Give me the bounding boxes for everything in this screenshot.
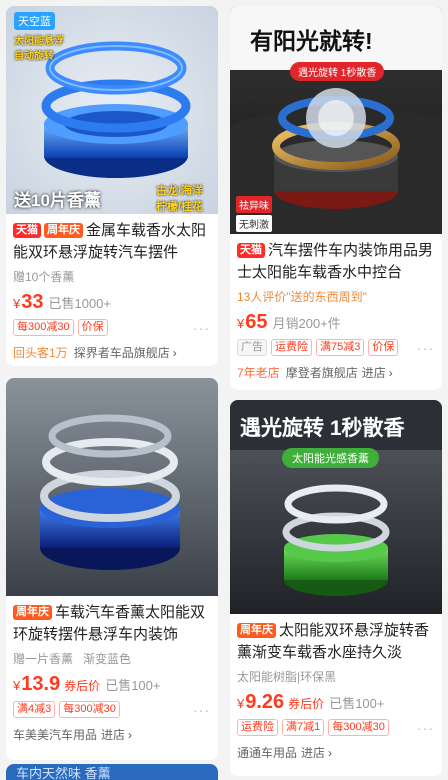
feature-stamps: 祛异味 无刺激 [236, 196, 272, 232]
ad-badge: 广告 [237, 339, 267, 356]
chevron-right-icon: › [328, 745, 333, 760]
enter-shop-label: 进店 [361, 366, 386, 380]
discount-badge: 满4减3 [13, 701, 56, 718]
price: 33 [21, 291, 44, 313]
after-coupon-label: 券后价 [64, 679, 101, 693]
sales-count: 已售100+ [329, 696, 385, 711]
product-card-2[interactable]: 有阳光就转! 遇光旋转 1秒散香 祛异味 无刺激 天猫 汽车摆件车内装饰用品男士太… [230, 6, 442, 390]
currency-symbol: ¥ [237, 696, 245, 711]
tmall-tag: 天猫 [237, 243, 265, 258]
discount-badge: 每300减30 [328, 719, 389, 736]
shop-name: 车美美汽车用品 [13, 728, 98, 742]
shop-reputation: 回头客1万 [13, 346, 68, 360]
discount-badge: 每300减30 [13, 319, 74, 336]
chevron-right-icon: › [388, 365, 393, 380]
product-subtitle: 赠10个香薰 [13, 270, 75, 284]
price-protect-badge: 价保 [77, 319, 108, 336]
product-subtitle: 赠一片香薰 渐变蓝色 [13, 652, 132, 666]
review-summary: 13人评价"送的东西周到" [237, 290, 367, 304]
next-product-banner-text: 车内天然味 香薰 [16, 766, 111, 780]
promo-text: 送10片香薰 [14, 191, 101, 210]
product-title-text: 金属车载香水太阳能双环悬浮旋转汽车摆件 [13, 222, 207, 261]
promo-badges: 每300减30 价保 ··· [13, 319, 212, 336]
price: 65 [245, 311, 268, 333]
product-card-3[interactable]: 周年庆 车载汽车香薰太阳能双环旋转摆件悬浮车内装饰 赠一片香薰 渐变蓝色 ¥ 13… [6, 378, 218, 760]
price-protect-badge: 价保 [368, 339, 399, 356]
promo-badges: 满4减3 每300减30 ··· [13, 701, 212, 718]
shop-link[interactable]: 车美美汽车用品 进店 › [13, 726, 212, 743]
sub-banner: 太阳能光感香薰 [282, 448, 379, 468]
after-coupon-label: 券后价 [288, 697, 325, 711]
chevron-right-icon: › [128, 727, 133, 742]
headline-text: 有阳光就转! [250, 28, 373, 54]
sales-count: 已售100+ [105, 678, 161, 693]
more-options-icon[interactable]: ··· [193, 320, 210, 336]
shop-link[interactable]: 通通车用品 进店 › [237, 744, 436, 761]
variant-tag: 天空蓝 [14, 12, 55, 30]
promo-badges: 广告 运费险 满75减3 价保 ··· [237, 339, 436, 356]
shipping-insurance-badge: 运费险 [271, 339, 312, 356]
anniversary-tag: 周年庆 [237, 623, 276, 638]
enter-shop-label: 进店 [301, 746, 326, 760]
product-card-4[interactable]: 遇光旋转 1秒散香 太阳能光感香薰 周年庆 太阳能双环悬浮旋转香薰渐变车载香水座持… [230, 400, 442, 776]
currency-symbol: ¥ [13, 678, 21, 693]
shop-reputation: 7年老店 [237, 366, 280, 380]
product-title-text: 汽车摆件车内装饰用品男士太阳能车载香水中控台 [237, 242, 434, 281]
price-row: ¥ 65 月销200+件 [237, 311, 436, 334]
shop-link[interactable]: 回头客1万 探界者车品旗舰店 › [13, 344, 212, 361]
scent-list: 古龙/海洋 柠檬/桂花 [156, 185, 204, 213]
more-options-icon[interactable]: ··· [417, 720, 434, 736]
product-image-4[interactable]: 遇光旋转 1秒散香 太阳能光感香薰 [230, 400, 442, 614]
product-subtitle: 太阳能树脂|环保黑 [237, 670, 337, 684]
discount-badge: 满75减3 [316, 339, 365, 356]
sales-count: 月销200+件 [272, 316, 341, 331]
tmall-tag: 天猫 [13, 223, 41, 238]
product-image-3[interactable] [6, 378, 218, 596]
silver-ring-diffuser-image [6, 378, 218, 596]
shop-link[interactable]: 7年老店 摩登者旗舰店 进店 › [237, 364, 436, 381]
discount-badge: 满7减1 [282, 719, 325, 736]
product-title[interactable]: 天猫 汽车摆件车内装饰用品男士太阳能车载香水中控台 [237, 240, 436, 284]
product-title[interactable]: 周年庆 太阳能双环悬浮旋转香薰渐变车载香水座持久淡 [237, 620, 436, 664]
enter-shop-label: 进店 [101, 728, 126, 742]
more-options-icon[interactable]: ··· [417, 340, 434, 356]
price: 13.9 [21, 673, 61, 695]
currency-symbol: ¥ [237, 316, 245, 331]
feature-text: 太阳能悬浮 自动旋转 [14, 36, 64, 62]
anniversary-tag: 周年庆 [44, 223, 83, 238]
product-image-1[interactable]: 天空蓝 太阳能悬浮 自动旋转 送10片香薰 古龙/海洋 柠檬/桂花 [6, 6, 218, 214]
shop-name: 通通车用品 [237, 746, 298, 760]
currency-symbol: ¥ [13, 296, 21, 311]
shop-name: 探界者车品旗舰店 [73, 346, 170, 360]
shipping-insurance-badge: 运费险 [237, 719, 278, 736]
product-card-1[interactable]: 天空蓝 太阳能悬浮 自动旋转 送10片香薰 古龙/海洋 柠檬/桂花 天猫 周年庆金… [6, 6, 218, 366]
price: 9.26 [245, 691, 285, 713]
more-options-icon[interactable]: ··· [193, 702, 210, 718]
sales-count: 已售1000+ [48, 296, 111, 311]
anniversary-tag: 周年庆 [13, 605, 52, 620]
chevron-right-icon: › [172, 345, 177, 360]
promo-badges: 运费险 满7减1 每300减30 ··· [237, 719, 436, 736]
price-row: ¥ 9.26 券后价 已售100+ [237, 691, 436, 714]
sub-banner: 遇光旋转 1秒散香 [290, 62, 385, 81]
next-product-card-peek[interactable]: 车内天然味 香薰 [6, 764, 218, 780]
product-image-2[interactable]: 有阳光就转! 遇光旋转 1秒散香 祛异味 无刺激 [230, 6, 442, 234]
product-title[interactable]: 天猫 周年庆 金属车载香水太阳能双环悬浮旋转汽车摆件 [13, 220, 212, 264]
headline-text: 遇光旋转 1秒散香 [240, 417, 405, 440]
product-title[interactable]: 周年庆 车载汽车香薰太阳能双环旋转摆件悬浮车内装饰 [13, 602, 212, 646]
price-row: ¥ 13.9 券后价 已售100+ [13, 673, 212, 696]
price-row: ¥ 33 已售1000+ [13, 291, 212, 314]
discount-badge: 每300减30 [59, 701, 120, 718]
shop-name: 摩登者旗舰店 [285, 366, 358, 380]
